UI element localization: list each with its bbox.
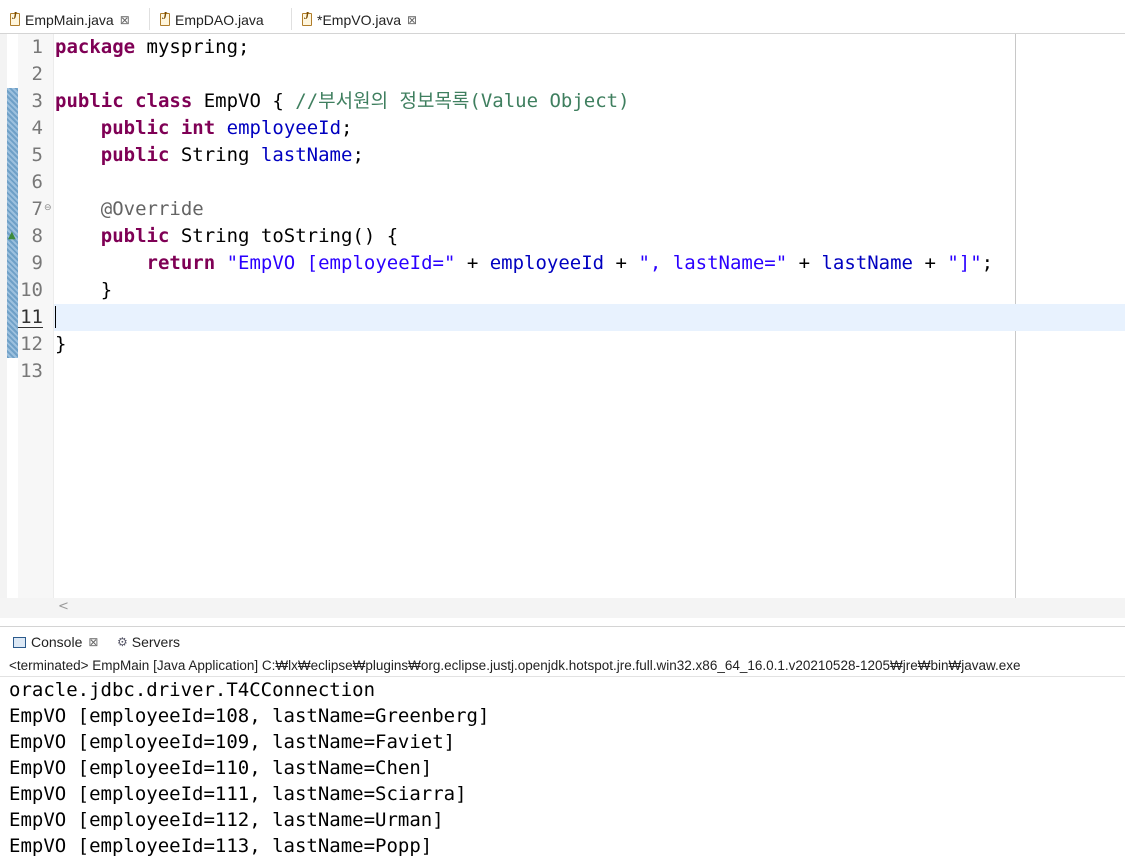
keyword: class: [135, 90, 193, 112]
field-name: employeeId: [226, 117, 342, 139]
code-text: EmpVO {: [192, 90, 296, 112]
field-name: lastName: [821, 252, 913, 274]
code-text: +: [604, 252, 639, 274]
code-line-9: return "EmpVO [employeeId=" + employeeId…: [55, 250, 994, 277]
string-literal: ", lastName=": [638, 252, 788, 274]
servers-icon: ⚙: [117, 635, 128, 649]
code-line-7: @Override: [55, 196, 204, 223]
line-number: 10: [20, 279, 43, 301]
close-icon[interactable]: ⊠: [407, 13, 417, 27]
tab-label: Servers: [131, 634, 180, 650]
code-text: String toString() {: [169, 225, 399, 247]
line-number: 9: [31, 252, 43, 274]
field-name: lastName: [260, 144, 353, 166]
code-text: +: [913, 252, 948, 274]
text-caret: [55, 306, 56, 328]
code-line-1: package myspring;: [55, 34, 249, 61]
annotation: @Override: [100, 198, 204, 220]
tab-label: EmpMain.java: [25, 11, 114, 28]
java-file-icon: [302, 11, 312, 26]
code-editor[interactable]: 1 2 3 4 5 6 7 8 9 10 11 12 13 ⊖ ▲ packag…: [0, 34, 1125, 598]
code-text: }: [55, 333, 67, 355]
keyword: public: [100, 225, 170, 247]
code-text: String: [169, 144, 261, 166]
console-icon: [13, 636, 26, 648]
code-text: ;: [981, 252, 994, 274]
line-number: 1: [31, 36, 43, 58]
code-text: +: [455, 252, 490, 274]
field-name: employeeId: [489, 252, 605, 274]
editor-tab-bar: EmpMain.java ⊠ EmpDAO.java *EmpVO.java ⊠: [0, 0, 1125, 34]
tab-label: *EmpVO.java: [317, 11, 402, 28]
string-literal: "]": [947, 252, 982, 274]
console-output-line: EmpVO [employeeId=111, lastName=Sciarra]: [9, 783, 467, 805]
code-text: }: [100, 279, 113, 301]
code-line-8: public String toString() {: [55, 223, 398, 250]
line-number: 4: [31, 117, 43, 139]
tab-empmain[interactable]: EmpMain.java ⊠: [0, 6, 148, 33]
current-line-highlight: [54, 304, 1125, 331]
line-number: 8: [31, 225, 43, 247]
close-icon[interactable]: ⊠: [120, 13, 130, 27]
override-marker-icon[interactable]: ▲: [8, 230, 16, 241]
keyword: public: [55, 90, 124, 112]
line-number: 13: [20, 360, 43, 382]
keyword: public: [100, 117, 170, 139]
comment: //부서원의 정보목록(Value Object): [295, 90, 630, 112]
console-output-line: oracle.jdbc.driver.T4CConnection: [9, 679, 376, 701]
console-output-line: EmpVO [employeeId=113, lastName=Popp]: [9, 835, 433, 857]
code-text: myspring;: [135, 36, 250, 58]
java-file-icon: [10, 11, 20, 26]
code-text: ;: [352, 144, 364, 166]
line-number: 12: [20, 333, 43, 355]
console-status: <terminated> EmpMain [Java Application] …: [9, 658, 1021, 673]
console-output-line: EmpVO [employeeId=110, lastName=Chen]: [9, 757, 433, 779]
line-number: 7: [31, 198, 43, 220]
scroll-left-icon[interactable]: <: [58, 599, 69, 614]
console-output-line: EmpVO [employeeId=109, lastName=Faviet]: [9, 731, 456, 753]
console-tab-bar: Console ⊠ ⚙ Servers: [0, 626, 1125, 655]
code-line-3: public class EmpVO { //부서원의 정보목록(Value O…: [55, 88, 630, 115]
code-line-5: public String lastName;: [55, 142, 364, 169]
tab-empdao[interactable]: EmpDAO.java: [150, 6, 290, 33]
tab-label: Console: [31, 634, 83, 650]
close-icon[interactable]: ⊠: [88, 635, 98, 649]
current-line-underline: [18, 327, 43, 328]
console-output-line: EmpVO [employeeId=112, lastName=Urman]: [9, 809, 444, 831]
code-text: +: [787, 252, 822, 274]
code-line-10: }: [55, 277, 112, 304]
line-number: 6: [31, 171, 43, 193]
code-line-12: }: [55, 331, 66, 358]
keyword: int: [180, 117, 216, 139]
keyword: public: [100, 144, 170, 166]
overview-ruler: [0, 34, 7, 598]
horizontal-scrollbar[interactable]: <: [54, 598, 1125, 618]
console-output-line: EmpVO [employeeId=108, lastName=Greenber…: [9, 705, 490, 727]
line-number: 3: [31, 90, 43, 112]
tab-console[interactable]: Console ⊠: [13, 630, 98, 654]
scrollbar-corner: [0, 598, 54, 618]
fold-collapse-icon[interactable]: ⊖: [44, 203, 52, 213]
code-line-4: public int employeeId;: [55, 115, 353, 142]
line-number: 2: [31, 63, 43, 85]
code-text: ;: [341, 117, 353, 139]
tab-servers[interactable]: ⚙ Servers: [117, 630, 180, 654]
tab-label: EmpDAO.java: [175, 11, 264, 28]
quick-diff-bar: [7, 88, 18, 358]
line-number: 5: [31, 144, 43, 166]
keyword: return: [146, 252, 216, 274]
java-file-icon: [160, 11, 170, 26]
keyword: package: [55, 36, 136, 58]
tab-empvo[interactable]: *EmpVO.java ⊠: [292, 6, 432, 33]
string-literal: "EmpVO [employeeId=": [226, 252, 456, 274]
